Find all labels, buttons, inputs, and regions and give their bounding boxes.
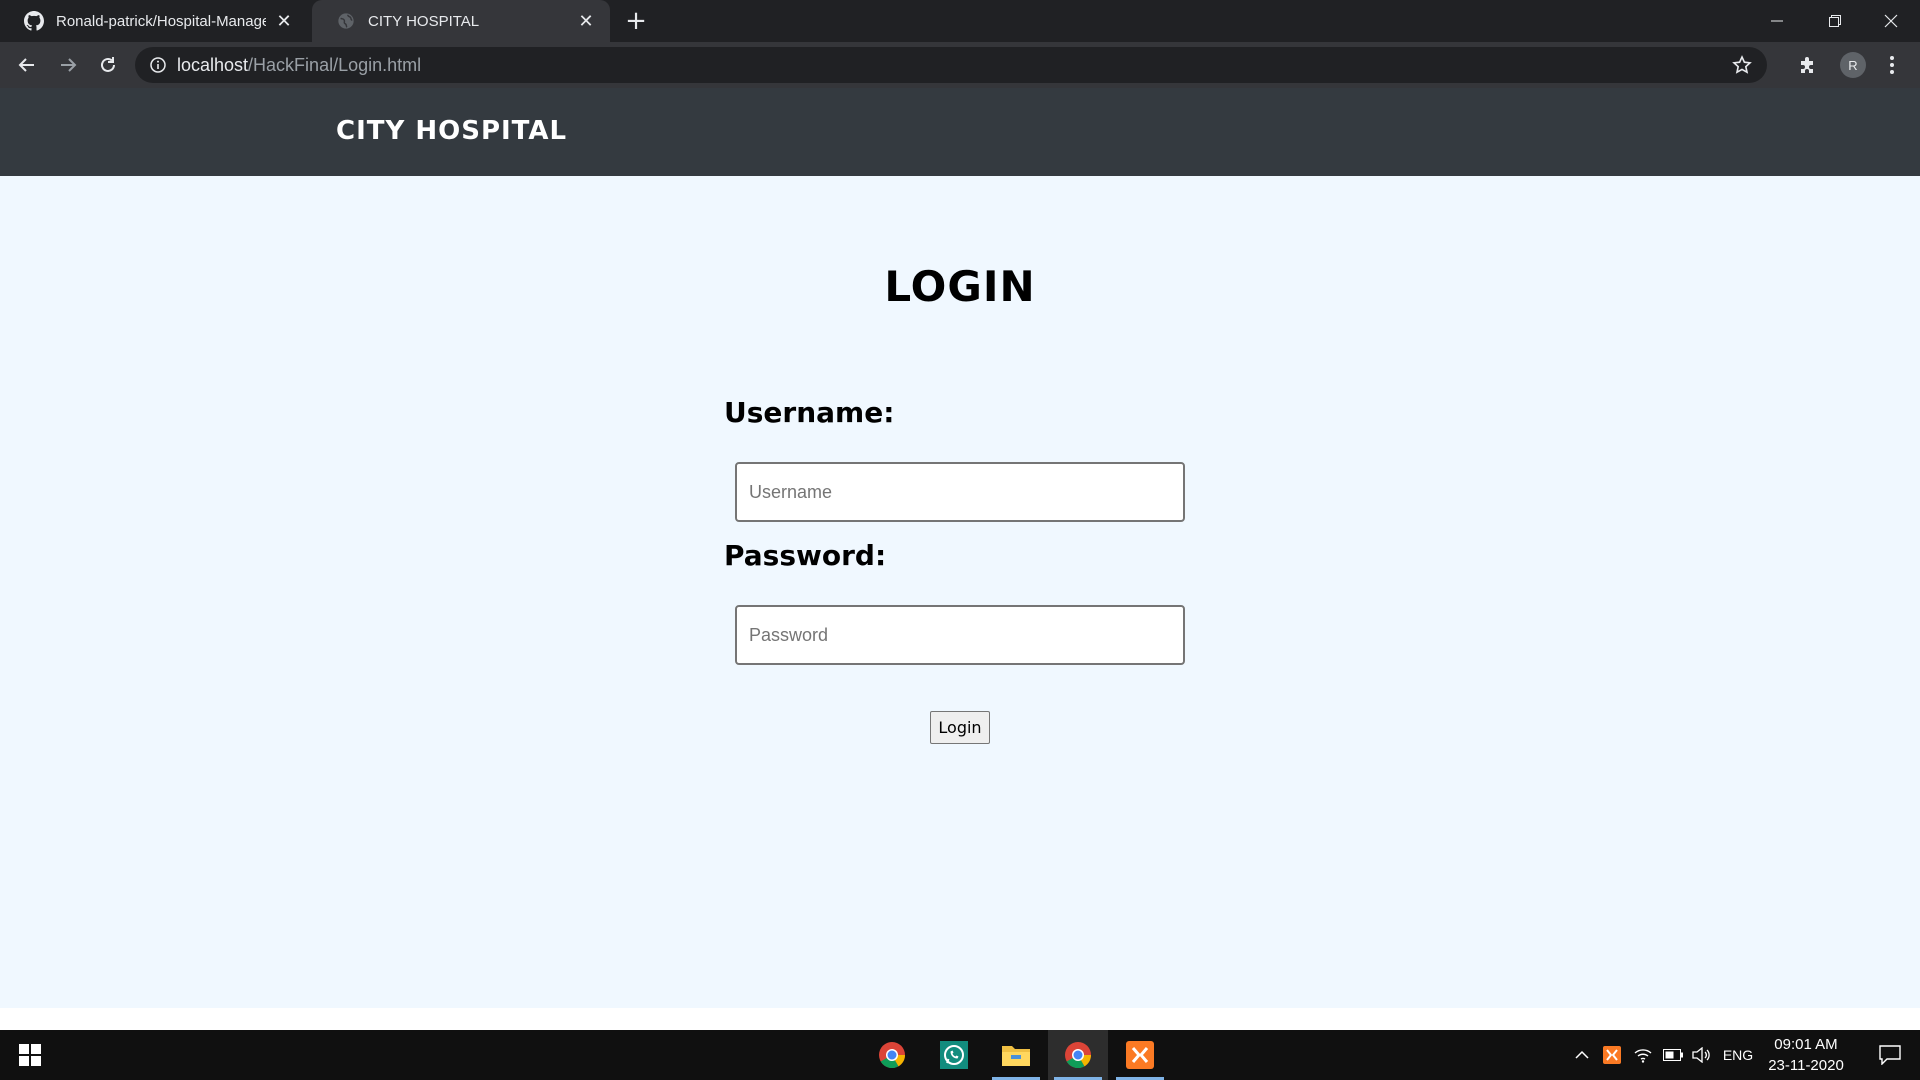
clock-time: 09:01 AM	[1774, 1036, 1838, 1053]
browser-tab-city-hospital[interactable]: CITY HOSPITAL ✕	[312, 0, 610, 42]
forward-arrow-icon[interactable]	[52, 49, 84, 81]
url-host: localhost	[177, 54, 249, 75]
extensions-puzzle-icon[interactable]	[1796, 53, 1820, 77]
close-tab-icon[interactable]: ✕	[576, 11, 596, 31]
back-arrow-icon[interactable]	[11, 49, 43, 81]
volume-icon[interactable]	[1688, 1030, 1714, 1080]
xampp-icon[interactable]	[1110, 1030, 1170, 1080]
info-icon[interactable]	[149, 56, 167, 74]
new-tab-plus-icon[interactable]: +	[622, 8, 650, 36]
tab-title: Ronald-patrick/Hospital-Management	[56, 12, 266, 30]
tab-title: CITY HOSPITAL	[368, 12, 480, 30]
bookmark-star-icon[interactable]	[1731, 54, 1753, 76]
page-bottom-strip	[0, 1008, 1920, 1030]
reload-icon[interactable]	[92, 49, 124, 81]
globe-icon	[336, 11, 356, 31]
chrome-icon[interactable]	[862, 1030, 922, 1080]
wifi-icon[interactable]	[1630, 1030, 1656, 1080]
site-header: CITY HOSPITAL	[0, 88, 1920, 176]
page-body: CITY HOSPITAL LOGIN Username: Password: …	[0, 88, 1920, 1008]
xampp-tray-icon[interactable]	[1600, 1030, 1624, 1080]
file-explorer-icon[interactable]	[986, 1030, 1046, 1080]
chrome-icon[interactable]	[1048, 1030, 1108, 1080]
whatsapp-icon[interactable]	[924, 1030, 984, 1080]
clock-date: 23-11-2020	[1768, 1057, 1844, 1074]
address-bar[interactable]: localhost/HackFinal/Login.html	[135, 47, 1767, 83]
url-text: localhost/HackFinal/Login.html	[177, 55, 421, 76]
browser-toolbar: localhost/HackFinal/Login.html R	[0, 42, 1920, 88]
browser-tab-github[interactable]: Ronald-patrick/Hospital-Management ✕	[0, 0, 308, 42]
password-label: Password:	[724, 539, 887, 572]
login-button[interactable]: Login	[930, 711, 990, 744]
close-window-icon[interactable]	[1862, 0, 1920, 42]
restore-window-icon[interactable]	[1806, 0, 1864, 42]
username-input[interactable]	[735, 462, 1185, 522]
browser-tab-bar: Ronald-patrick/Hospital-Management ✕ CIT…	[0, 0, 1920, 42]
notifications-icon[interactable]	[1864, 1030, 1916, 1080]
show-hidden-icons-chevron-icon[interactable]	[1570, 1030, 1594, 1080]
minimize-window-icon[interactable]	[1748, 0, 1806, 42]
more-menu-icon[interactable]	[1880, 53, 1904, 77]
windows-start-icon[interactable]	[0, 1030, 60, 1080]
site-brand[interactable]: CITY HOSPITAL	[336, 116, 567, 146]
language-indicator[interactable]: ENG	[1718, 1030, 1758, 1080]
page-title: LOGIN	[884, 262, 1036, 311]
profile-avatar[interactable]: R	[1840, 52, 1866, 78]
password-input[interactable]	[735, 605, 1185, 665]
taskbar-clock[interactable]: 09:01 AM 23-11-2020	[1760, 1034, 1852, 1076]
battery-icon[interactable]	[1660, 1030, 1686, 1080]
username-label: Username:	[724, 396, 895, 429]
url-path: /HackFinal/Login.html	[248, 54, 422, 75]
github-icon	[24, 11, 44, 31]
close-tab-icon[interactable]: ✕	[274, 11, 294, 31]
windows-taskbar: ENG 09:01 AM 23-11-2020	[0, 1030, 1920, 1080]
